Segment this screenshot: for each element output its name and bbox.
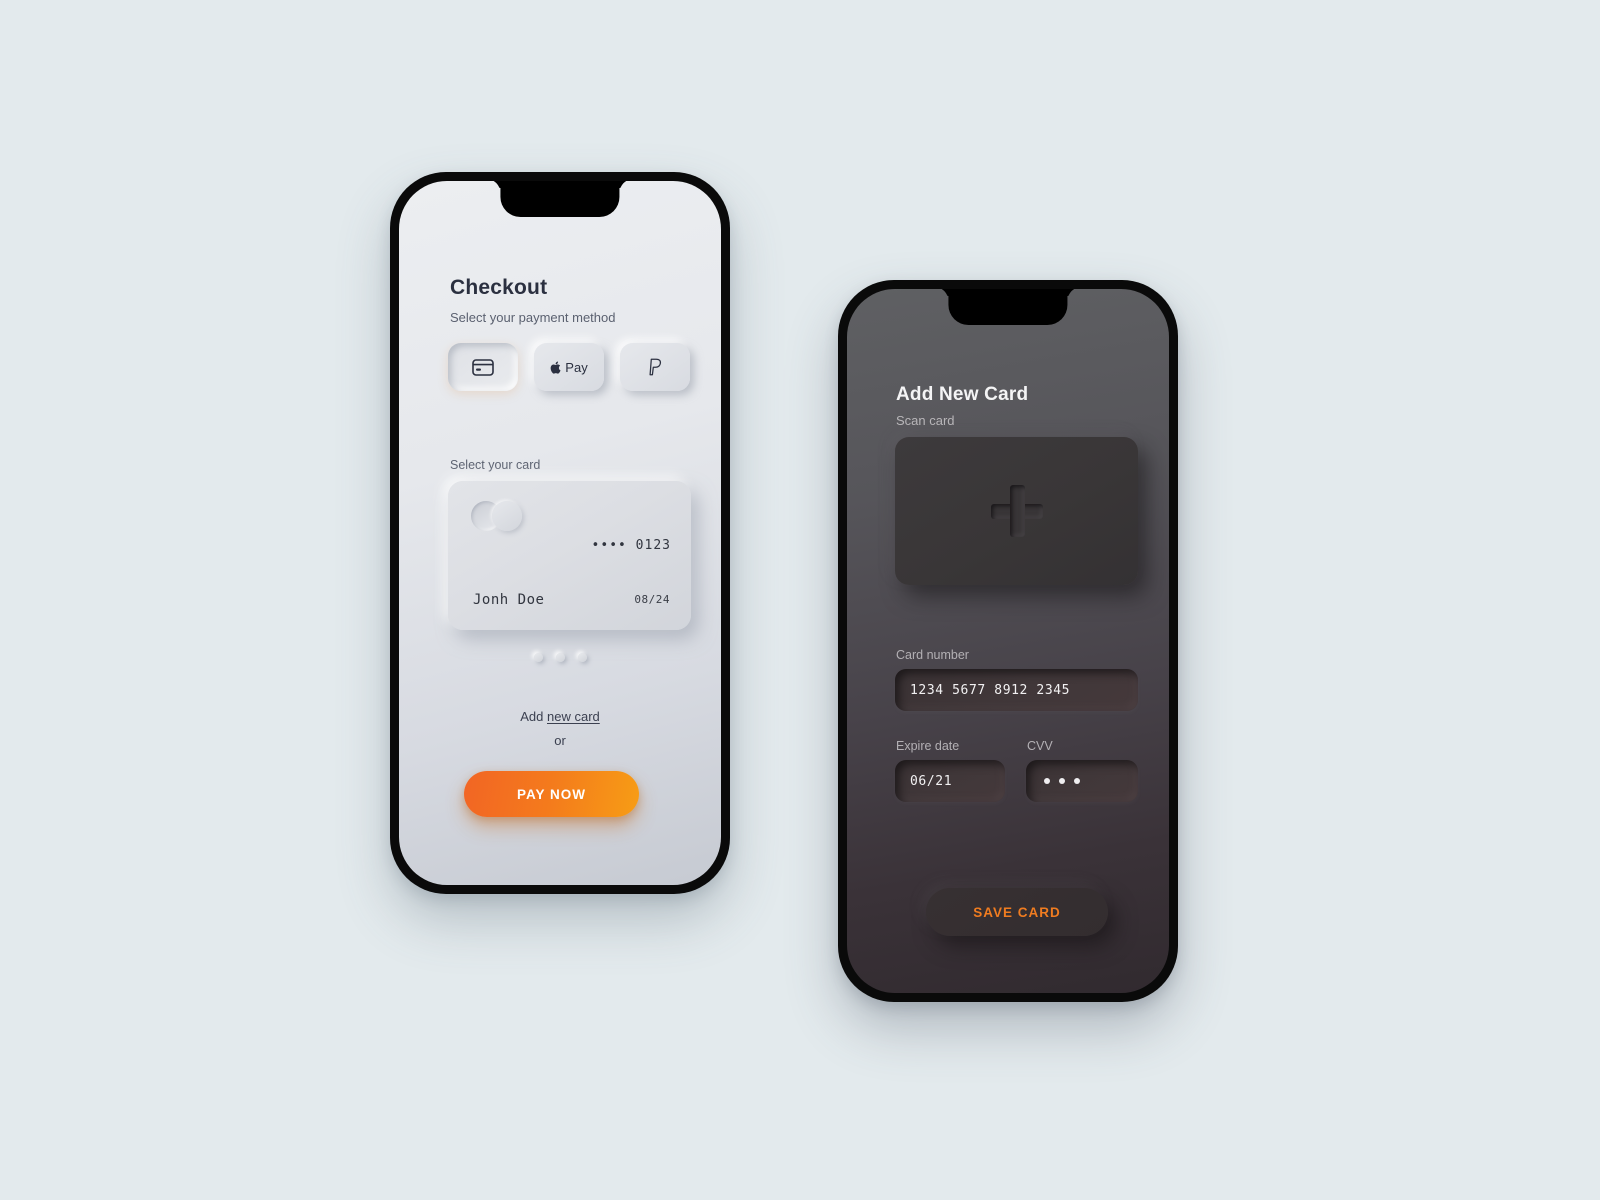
phone-notch <box>948 289 1068 325</box>
page-subtitle: Select your payment method <box>450 310 616 325</box>
cvv-label: CVV <box>1027 739 1053 753</box>
page-title: Checkout <box>450 276 548 299</box>
carousel-dot[interactable] <box>577 653 587 662</box>
credit-card-icon <box>472 358 494 376</box>
plus-icon <box>990 485 1043 537</box>
saved-card[interactable]: •••• 0123 Jonh Doe 08/24 <box>448 481 691 630</box>
cvv-input[interactable] <box>1026 760 1138 802</box>
add-card-title: Add New Card <box>896 384 1029 405</box>
payment-method-tabs: Pay <box>448 343 690 391</box>
carousel-dots[interactable] <box>399 653 721 662</box>
pay-now-button[interactable]: PAY NOW <box>464 771 639 817</box>
carousel-dot[interactable] <box>555 653 565 662</box>
add-card-prefix: Add <box>520 709 547 724</box>
apple-logo-icon <box>550 361 561 374</box>
or-separator-label: or <box>554 733 566 748</box>
cvv-masked-dots <box>1044 778 1080 784</box>
expire-date-label: Expire date <box>896 739 960 753</box>
card-holder-name: Jonh Doe <box>473 592 545 608</box>
tab-credit-card[interactable] <box>448 343 518 391</box>
expire-date-input[interactable]: 06/21 <box>895 760 1005 802</box>
card-number-label: Card number <box>896 648 969 662</box>
tab-apple-pay[interactable]: Pay <box>534 343 604 391</box>
checkout-screen: Checkout Select your payment method Pay … <box>399 181 721 885</box>
card-expiry: 08/24 <box>634 593 670 606</box>
apple-pay-label: Pay <box>565 359 588 375</box>
carousel-dot[interactable] <box>533 653 543 662</box>
phone-notch <box>500 181 620 217</box>
mastercard-circles-icon <box>471 501 523 531</box>
paypal-icon <box>647 357 663 377</box>
card-number-input[interactable]: 1234 5677 8912 2345 <box>895 669 1138 711</box>
save-card-button[interactable]: SAVE CARD <box>926 888 1108 936</box>
scan-card-placeholder[interactable] <box>895 437 1138 585</box>
add-new-card-link[interactable]: new card <box>547 709 600 724</box>
add-card-screen: Add New Card Scan card Card number 1234 … <box>847 289 1169 993</box>
add-new-card-row: Add new card <box>399 709 721 724</box>
apple-pay-group: Pay <box>550 359 588 375</box>
phone-add-card: Add New Card Scan card Card number 1234 … <box>838 280 1178 1002</box>
screenshot-canvas: Checkout Select your payment method Pay … <box>0 0 1600 1200</box>
phone-checkout: Checkout Select your payment method Pay … <box>390 172 730 894</box>
scan-card-label: Scan card <box>896 413 955 428</box>
card-masked-number: •••• 0123 <box>591 538 671 553</box>
tab-paypal[interactable] <box>620 343 690 391</box>
select-card-label: Select your card <box>450 458 541 472</box>
